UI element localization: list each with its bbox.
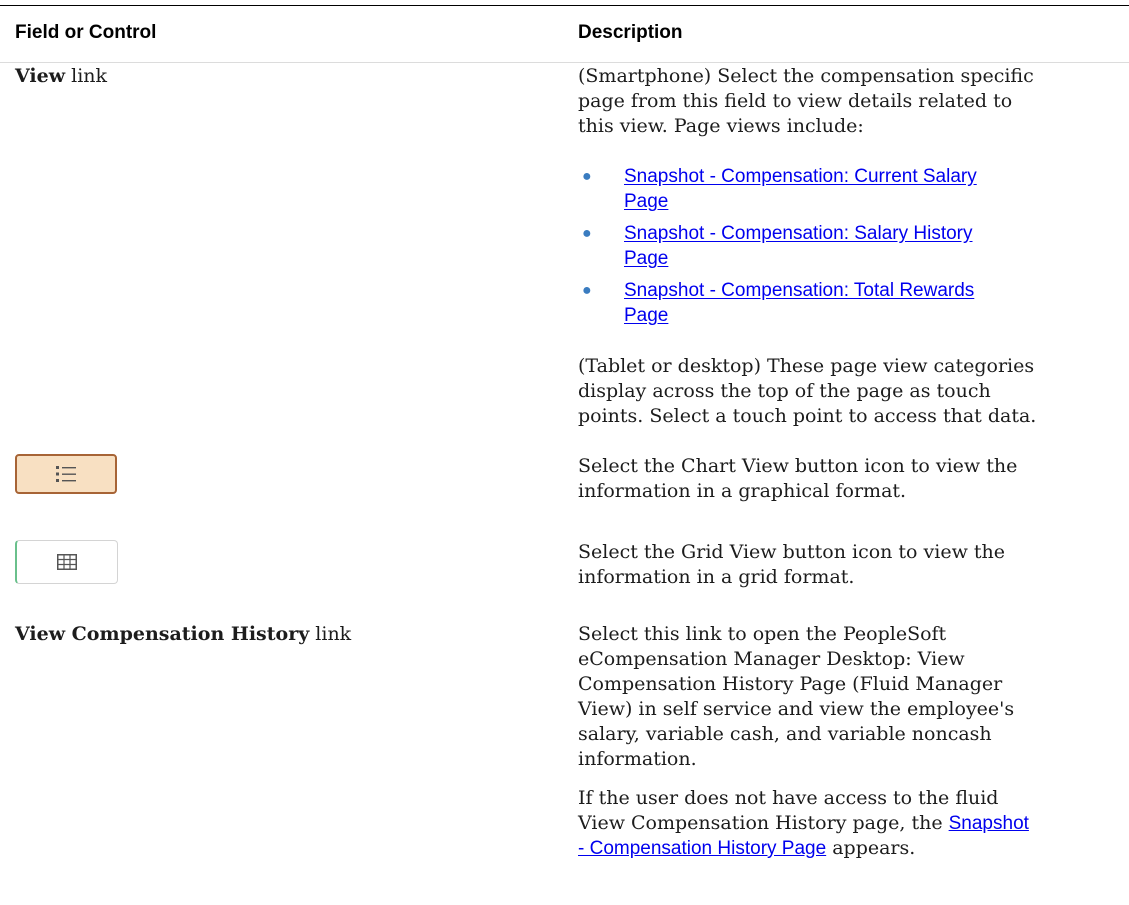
comp-history-desc2-before: If the user does not have access to the … [578, 787, 999, 834]
page-views-list: ● Snapshot - Compensation: Current Salary… [578, 164, 1118, 335]
view-link-label: View link [15, 64, 107, 89]
view-link-desc-after: (Tablet or desktop) These page view cate… [578, 355, 1037, 427]
bullet-icon: ● [582, 282, 592, 299]
view-link-desc-intro: (Smartphone) Select the compensation spe… [578, 65, 1034, 137]
comp-history-desc2-after: appears. [826, 837, 916, 859]
bullet-icon: ● [582, 225, 592, 242]
view-link-description: (Smartphone) Select the compensation spe… [578, 64, 1118, 139]
header-description: Description [578, 22, 683, 43]
table-top-rule [0, 5, 1129, 6]
list-item: ● Snapshot - Compensation: Total Rewards … [578, 278, 1118, 328]
comp-history-label-suffix: link [309, 623, 352, 645]
grid-view-button[interactable] [15, 540, 118, 584]
header-field-or-control: Field or Control [15, 22, 157, 43]
list-item: ● Snapshot - Compensation: Current Salary… [578, 164, 1118, 214]
link-total-rewards[interactable]: Snapshot - Compensation: Total Rewards P… [624, 280, 974, 326]
view-link-label-bold: View [15, 65, 66, 87]
grid-view-description: Select the Grid View button icon to view… [578, 541, 1006, 588]
link-salary-history[interactable]: Snapshot - Compensation: Salary History … [624, 223, 973, 269]
list-icon [56, 466, 76, 482]
bullet-icon: ● [582, 168, 592, 185]
comp-history-label: View Compensation History link [15, 622, 351, 647]
comp-history-desc1: Select this link to open the PeopleSoft … [578, 623, 1015, 770]
view-link-label-suffix: link [65, 65, 108, 87]
chart-view-button[interactable] [15, 454, 117, 494]
link-current-salary[interactable]: Snapshot - Compensation: Current Salary … [624, 166, 977, 212]
list-item: ● Snapshot - Compensation: Salary History… [578, 221, 1118, 271]
grid-icon [57, 554, 77, 570]
chart-view-description: Select the Chart View button icon to vie… [578, 455, 1018, 502]
comp-history-desc2: If the user does not have access to the … [578, 786, 1118, 861]
header-divider [0, 62, 1129, 63]
comp-history-label-bold: View Compensation History [15, 623, 310, 645]
